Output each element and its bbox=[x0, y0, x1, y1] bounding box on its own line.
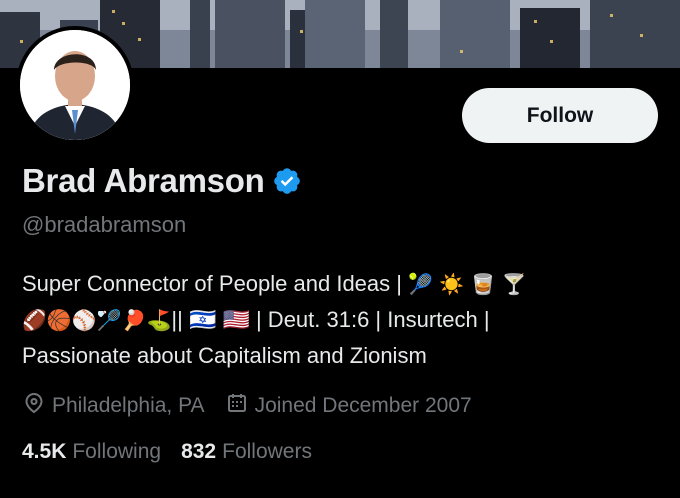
location-text: Philadelphia, PA bbox=[52, 394, 205, 417]
following-count: 4.5K bbox=[22, 440, 67, 463]
joined-item: Joined December 2007 bbox=[225, 391, 472, 421]
verified-badge-icon[interactable] bbox=[272, 166, 302, 196]
profile-name-row: Brad Abramson bbox=[22, 162, 302, 200]
bio-emoji: 🏈🏀⚾🏸🏓⛳ bbox=[22, 308, 172, 332]
following-link[interactable]: 4.5K Following bbox=[22, 440, 161, 464]
bio-line: Passionate about Capitalism and Zionism bbox=[22, 338, 662, 373]
avatar-frame[interactable] bbox=[16, 26, 134, 144]
follow-button[interactable]: Follow bbox=[462, 88, 658, 143]
bio-text: || 🇮🇱 🇺🇸 | Deut. 31:6 | Insurtech | bbox=[171, 307, 490, 332]
followers-link[interactable]: 832 Followers bbox=[181, 440, 312, 464]
user-handle: @bradabramson bbox=[22, 212, 187, 237]
bio-emoji: 🎾 ☀️ 🥃 🍸 bbox=[408, 272, 527, 296]
followers-count: 832 bbox=[181, 440, 217, 463]
bio-line: 🏈🏀⚾🏸🏓⛳|| 🇮🇱 🇺🇸 | Deut. 31:6 | Insurtech … bbox=[22, 302, 662, 338]
location-pin-icon bbox=[22, 391, 46, 421]
bio-text: Passionate about Capitalism and Zionism bbox=[22, 343, 427, 368]
bio-text: Super Connector of People and Ideas | bbox=[22, 271, 402, 296]
following-label: Following bbox=[72, 440, 162, 463]
profile-bio: Super Connector of People and Ideas | 🎾 … bbox=[22, 266, 662, 373]
avatar[interactable] bbox=[20, 30, 130, 140]
display-name: Brad Abramson bbox=[22, 162, 265, 199]
profile-meta: Philadelphia, PA Joined December 2007 bbox=[22, 391, 472, 421]
calendar-icon bbox=[225, 391, 249, 421]
location-item: Philadelphia, PA bbox=[22, 391, 205, 421]
follow-stats: 4.5K Following 832 Followers bbox=[22, 440, 312, 464]
bio-line: Super Connector of People and Ideas | 🎾 … bbox=[22, 266, 662, 302]
joined-text: Joined December 2007 bbox=[254, 394, 472, 417]
followers-label: Followers bbox=[222, 440, 312, 463]
